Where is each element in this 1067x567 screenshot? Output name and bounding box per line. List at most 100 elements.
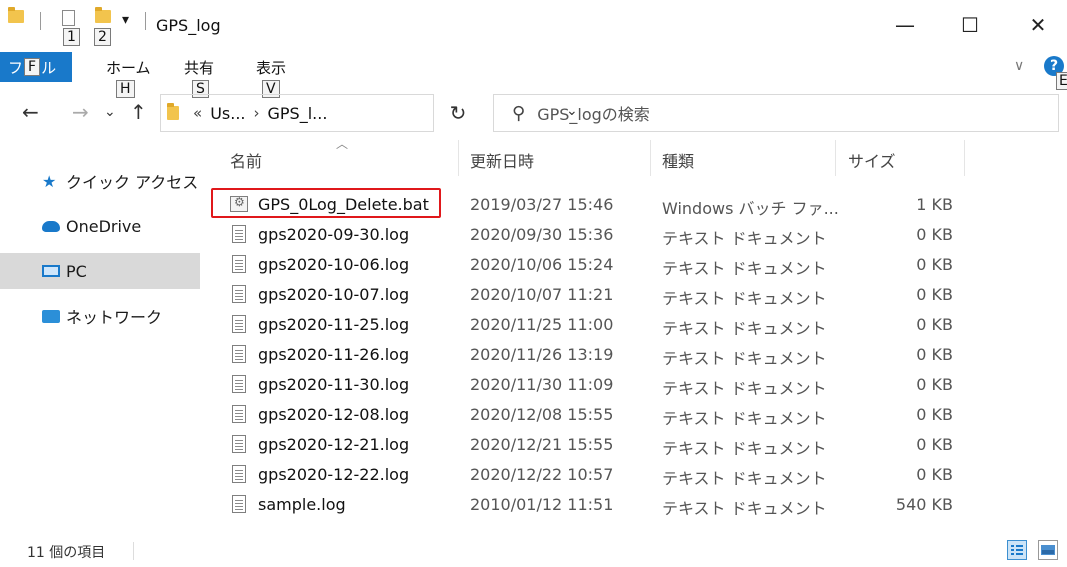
star-icon: ★	[42, 171, 57, 191]
search-input[interactable]: GPS_logの検索	[537, 101, 650, 125]
file-row[interactable]: gps2020-12-22.log 2020/12/22 10:57 テキスト …	[200, 459, 980, 489]
file-row[interactable]: gps2020-11-25.log 2020/11/25 11:00 テキスト …	[200, 309, 980, 339]
close-button[interactable]: ✕	[1018, 10, 1058, 40]
minimize-button[interactable]: —	[885, 10, 925, 40]
file-row[interactable]: gps2020-10-07.log 2020/10/07 11:21 テキスト …	[200, 279, 980, 309]
keytip-qat-2: 2	[94, 28, 111, 46]
column-header-date[interactable]: 更新日時	[470, 140, 534, 180]
column-divider[interactable]	[458, 140, 459, 176]
file-size: 1 KB	[916, 195, 953, 214]
file-type: テキスト ドキュメント	[662, 499, 827, 518]
properties-button[interactable]	[62, 10, 75, 26]
file-size: 540 KB	[895, 495, 953, 514]
text-file-icon	[232, 465, 246, 483]
ribbon-collapse-button[interactable]: ∨	[1014, 58, 1024, 74]
file-size: 0 KB	[916, 435, 953, 454]
refresh-button[interactable]: ↻	[434, 94, 482, 132]
file-type: Windows バッチ ファ...	[662, 199, 839, 218]
file-name: gps2020-09-30.log	[258, 225, 410, 244]
file-size: 0 KB	[916, 405, 953, 424]
up-button[interactable]: ↑	[130, 100, 147, 124]
file-row[interactable]: gps2020-09-30.log 2020/09/30 15:36 テキスト …	[200, 219, 980, 249]
recent-locations-button[interactable]: ⌄	[104, 104, 116, 120]
tab-home[interactable]: ホーム	[106, 57, 151, 78]
qat-divider	[40, 12, 41, 30]
file-row[interactable]: gps2020-11-30.log 2020/11/30 11:09 テキスト …	[200, 369, 980, 399]
file-type: テキスト ドキュメント	[662, 319, 827, 338]
search-box[interactable]: ⚲ GPS_logの検索	[493, 94, 1059, 132]
file-row[interactable]: gps2020-12-08.log 2020/12/08 15:55 テキスト …	[200, 399, 980, 429]
column-header-size[interactable]: サイズ	[848, 140, 896, 180]
sidebar-item-label: OneDrive	[66, 216, 142, 236]
tab-file-label-start: フ	[8, 58, 24, 77]
text-file-icon	[232, 405, 246, 423]
column-divider[interactable]	[650, 140, 651, 176]
sidebar-item-quick-access[interactable]: ★ クイック アクセス	[0, 163, 200, 199]
file-type: テキスト ドキュメント	[662, 259, 827, 278]
column-divider[interactable]	[835, 140, 836, 176]
large-icons-view-button[interactable]	[1038, 540, 1058, 560]
pc-icon	[42, 265, 60, 277]
file-size: 0 KB	[916, 225, 953, 244]
sidebar-item-network[interactable]: ネットワーク	[0, 298, 200, 334]
text-file-icon	[232, 345, 246, 363]
new-folder-button[interactable]	[95, 7, 111, 23]
text-file-icon	[232, 285, 246, 303]
tab-view[interactable]: 表示	[256, 57, 286, 78]
breadcrumb-users[interactable]: Us...	[210, 104, 245, 123]
file-name: gps2020-11-26.log	[258, 345, 410, 364]
new-folder-icon	[95, 7, 111, 23]
file-name: gps2020-11-30.log	[258, 375, 410, 394]
sidebar-item-label: PC	[66, 261, 87, 281]
address-overflow[interactable]: «	[193, 104, 202, 122]
text-file-icon	[232, 495, 246, 513]
details-view-button[interactable]	[1007, 540, 1027, 560]
back-button[interactable]: ←	[22, 100, 39, 124]
file-date: 2020/12/08 15:55	[470, 405, 614, 424]
file-type: テキスト ドキュメント	[662, 229, 827, 248]
address-bar[interactable]: « Us... › GPS_l... ⌄	[160, 94, 578, 132]
status-item-count: 11 個の項目	[27, 545, 106, 561]
file-name: gps2020-11-25.log	[258, 315, 410, 334]
qat-customize-dropdown[interactable]: ▾	[122, 12, 129, 28]
file-row[interactable]: gps2020-10-06.log 2020/10/06 15:24 テキスト …	[200, 249, 980, 279]
file-row[interactable]: gps2020-11-26.log 2020/11/26 13:19 テキスト …	[200, 339, 980, 369]
large-icons-view-icon	[1041, 545, 1055, 555]
file-date: 2020/09/30 15:36	[470, 225, 614, 244]
file-type: テキスト ドキュメント	[662, 379, 827, 398]
file-date: 2010/01/12 11:51	[470, 495, 614, 514]
breadcrumb-gps-log[interactable]: GPS_l...	[268, 104, 328, 123]
tab-share[interactable]: 共有	[184, 57, 214, 78]
keytip-home: H	[116, 80, 135, 98]
window-title: GPS_log	[156, 16, 221, 35]
file-name: gps2020-12-21.log	[258, 435, 410, 454]
file-size: 0 KB	[916, 285, 953, 304]
file-size: 0 KB	[916, 465, 953, 484]
search-icon: ⚲	[512, 102, 526, 124]
file-row[interactable]: sample.log 2010/01/12 11:51 テキスト ドキュメント …	[200, 489, 980, 519]
file-size: 0 KB	[916, 315, 953, 334]
text-file-icon	[232, 435, 246, 453]
file-row[interactable]: gps2020-12-21.log 2020/12/21 15:55 テキスト …	[200, 429, 980, 459]
properties-icon	[62, 10, 75, 26]
file-name: gps2020-12-22.log	[258, 465, 410, 484]
column-divider[interactable]	[964, 140, 965, 176]
maximize-button[interactable]: ☐	[950, 10, 990, 40]
tab-file[interactable]: フ F ル	[0, 52, 72, 82]
sidebar-item-pc[interactable]: PC	[0, 253, 200, 289]
navigation-pane: ★ クイック アクセス OneDrive PC ネットワーク	[0, 145, 200, 535]
file-date: 2020/10/06 15:24	[470, 255, 614, 274]
text-file-icon	[232, 225, 246, 243]
file-type: テキスト ドキュメント	[662, 439, 827, 458]
file-name: gps2020-10-07.log	[258, 285, 410, 304]
column-header-type[interactable]: 種類	[662, 140, 694, 180]
breadcrumb-separator[interactable]: ›	[254, 104, 260, 122]
file-size: 0 KB	[916, 345, 953, 364]
file-name: gps2020-12-08.log	[258, 405, 410, 424]
file-size: 0 KB	[916, 375, 953, 394]
file-date: 2020/11/30 11:09	[470, 375, 614, 394]
column-header-name[interactable]: 名前	[230, 140, 262, 180]
forward-button[interactable]: →	[72, 100, 89, 124]
sidebar-item-onedrive[interactable]: OneDrive	[0, 208, 200, 244]
file-date: 2020/11/25 11:00	[470, 315, 614, 334]
